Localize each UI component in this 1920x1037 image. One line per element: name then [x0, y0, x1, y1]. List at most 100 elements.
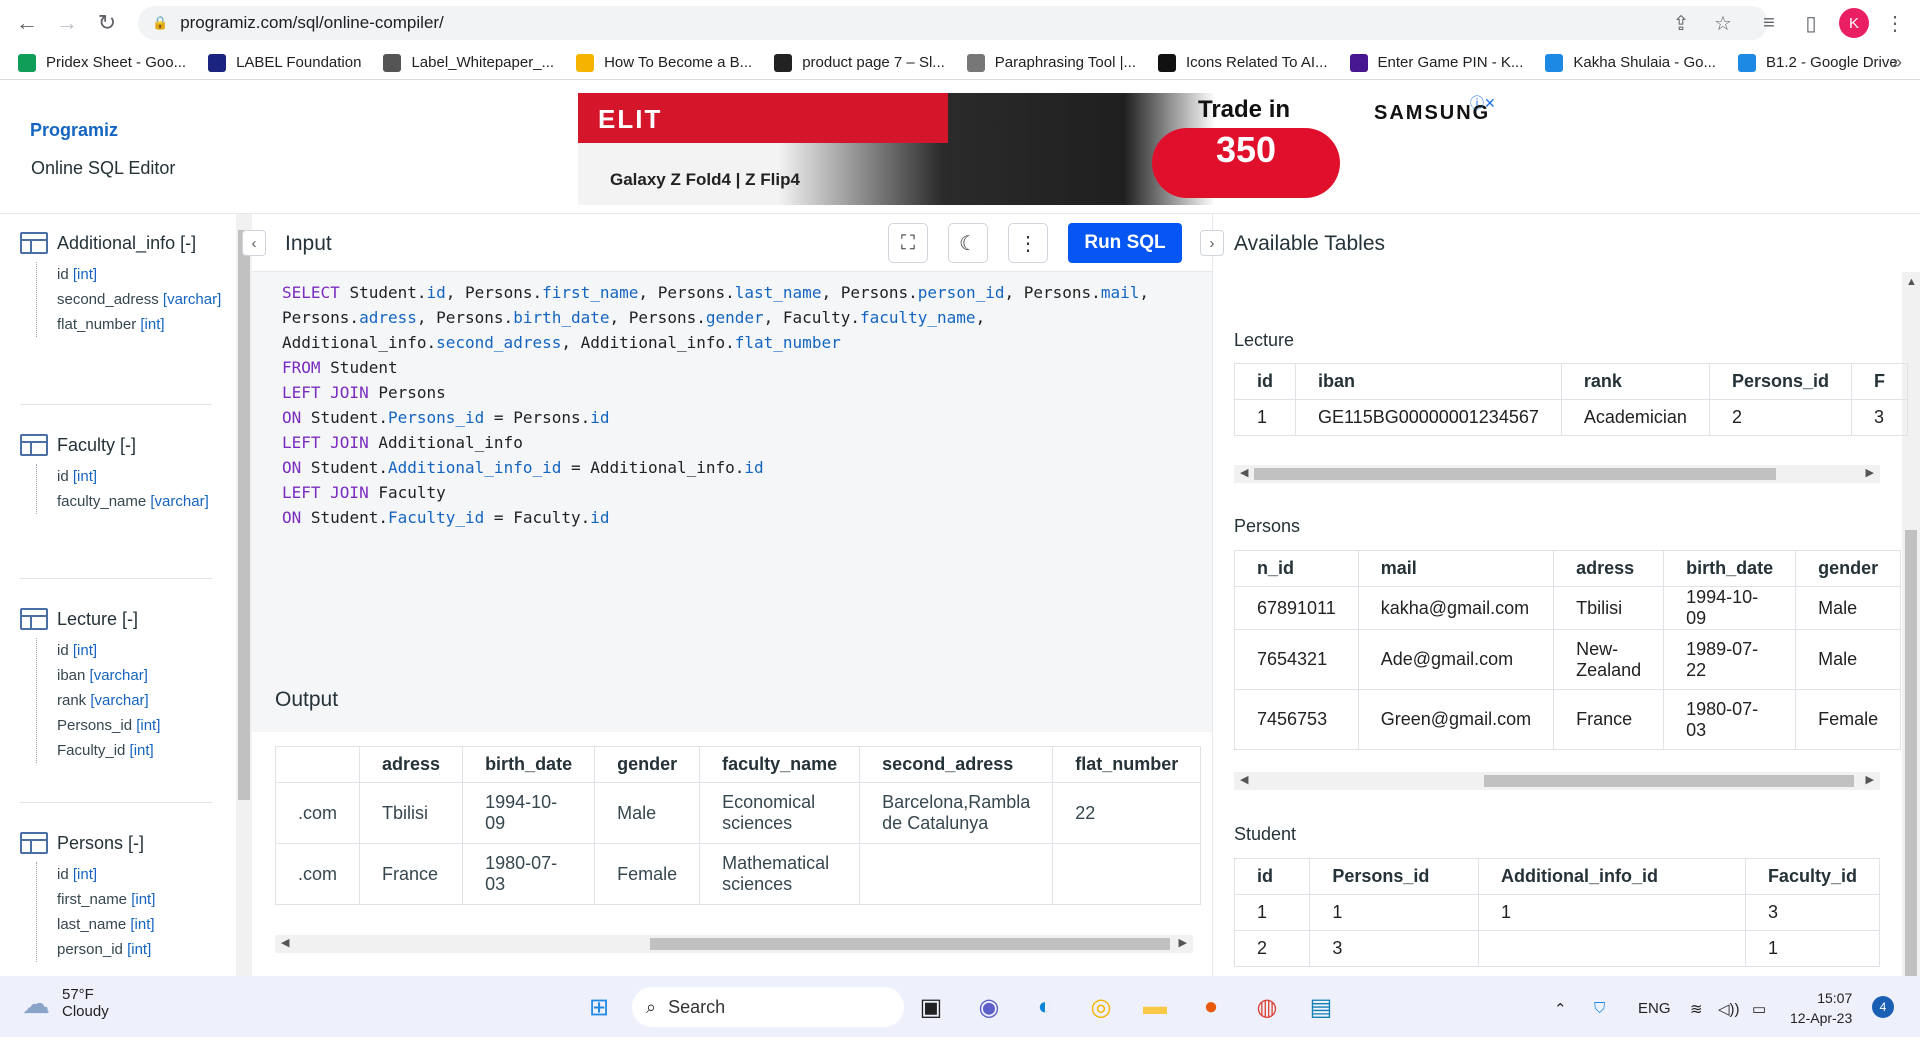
lecture-hscrollbar[interactable]: ◀ ▶	[1234, 465, 1880, 483]
persons-scroll-thumb[interactable]	[1484, 775, 1854, 787]
edge-icon[interactable]: ◐	[1028, 990, 1062, 1024]
column-header[interactable]: adress	[359, 746, 464, 783]
taskbar-search[interactable]: ⌕ Search	[632, 987, 904, 1027]
code-line[interactable]: FROM Student	[282, 355, 1212, 380]
column-header[interactable]: flat_number	[1052, 746, 1202, 783]
code-line[interactable]: Persons.adress, Persons.birth_date, Pers…	[282, 305, 1212, 330]
column-header[interactable]: id	[1234, 363, 1296, 400]
forward-arrow-icon[interactable]: →	[52, 8, 82, 38]
column-header[interactable]: id	[1233, 858, 1311, 895]
run-sql-button[interactable]: Run SQL	[1068, 223, 1182, 263]
schema-table-header[interactable]: Lecture [-]	[20, 608, 160, 630]
more-bookmarks-icon[interactable]: »	[1892, 52, 1902, 73]
expand-panel-button[interactable]: ›	[1200, 230, 1224, 256]
table-header-row: n_id mail adress birth_date gender	[1234, 550, 1902, 587]
windows-start-icon[interactable]: ⊞	[582, 990, 616, 1024]
bookmark-item[interactable]: Kakha Shulaia - Go...	[1545, 53, 1716, 72]
code-line[interactable]: Additional_info.second_adress, Additiona…	[282, 330, 1212, 355]
column-header[interactable]: Additional_info_id	[1478, 858, 1746, 895]
wifi-icon[interactable]: ≋	[1690, 1000, 1703, 1018]
reload-icon[interactable]: ↻	[92, 8, 122, 38]
code-line[interactable]: ON Student.Additional_info_id = Addition…	[282, 455, 1212, 480]
code-line[interactable]: ON Student.Faculty_id = Faculty.id	[282, 505, 1212, 530]
column-header[interactable]: mail	[1357, 550, 1555, 587]
bookmark-item[interactable]: B1.2 - Google Drive	[1737, 53, 1898, 72]
media-icon[interactable]: ≡	[1756, 10, 1782, 36]
schema-table-header[interactable]: Additional_info [-]	[20, 232, 221, 254]
ad-close-icon[interactable]: ⓘ✕	[1470, 93, 1496, 113]
language-indicator[interactable]: ENG	[1638, 1000, 1671, 1017]
sidebar-scroll-thumb[interactable]	[238, 230, 250, 800]
column-header[interactable]: gender	[1795, 550, 1902, 587]
address-bar[interactable]: 🔒 programiz.com/sql/online-compiler/	[138, 6, 1768, 40]
bookmark-label: Kakha Shulaia - Go...	[1573, 54, 1716, 71]
schema-table[interactable]: Lecture [-] id [int] iban [varchar] rank [v…	[20, 608, 160, 763]
code-line[interactable]: SELECT Student.id, Persons.first_name, P…	[282, 280, 1212, 305]
right-panel-scroll-thumb[interactable]	[1905, 530, 1917, 976]
bookmark-item[interactable]: Paraphrasing Tool |...	[966, 53, 1136, 72]
kebab-menu-icon[interactable]: ⋮	[1882, 10, 1908, 36]
weather-widget[interactable]: ☁ 57°F Cloudy	[22, 986, 109, 1020]
column-header[interactable]: gender	[594, 746, 701, 783]
schema-table[interactable]: Additional_info [-] id [int] second_adress…	[20, 232, 221, 337]
schema-column: iban [varchar]	[57, 663, 160, 688]
back-arrow-icon[interactable]: ←	[12, 8, 42, 38]
code-line[interactable]: ON Student.Persons_id = Persons.id	[282, 405, 1212, 430]
task-view-icon[interactable]: ▣	[914, 990, 948, 1024]
column-header[interactable]: Persons_id	[1309, 858, 1480, 895]
lecture-scroll-thumb[interactable]	[1254, 468, 1776, 480]
bookmark-item[interactable]: How To Become a B...	[576, 53, 752, 72]
code-line[interactable]: LEFT JOIN Faculty	[282, 480, 1212, 505]
code-line[interactable]: LEFT JOIN Additional_info	[282, 430, 1212, 455]
schema-table[interactable]: Faculty [-] id [int] faculty_name [varchar…	[20, 434, 209, 514]
bookmark-label: Pridex Sheet - Goo...	[46, 54, 187, 71]
column-header[interactable]: iban	[1295, 363, 1562, 400]
bookmark-item[interactable]: product page 7 – Sl...	[774, 53, 945, 72]
file-explorer-icon[interactable]: ▬	[1138, 990, 1172, 1024]
notepad-icon[interactable]: ▤	[1304, 990, 1338, 1024]
column-header[interactable]: birth_date	[462, 746, 596, 783]
output-scroll-thumb[interactable]	[650, 938, 1170, 950]
volume-icon[interactable]: ◁))	[1718, 1000, 1740, 1018]
column-header[interactable]: second_adress	[859, 746, 1054, 783]
system-clock[interactable]: 15:07 12-Apr-23	[1790, 988, 1852, 1028]
schema-table[interactable]: Persons [-] id [int] first_name [int] last_…	[20, 832, 155, 962]
battery-icon[interactable]: ▭	[1752, 1000, 1766, 1018]
column-header[interactable]: Persons_id	[1708, 363, 1852, 400]
security-icon[interactable]: ⛉	[1594, 1000, 1605, 1017]
notification-badge[interactable]: 4	[1872, 996, 1894, 1018]
column-header[interactable]: rank	[1560, 363, 1710, 400]
column-header[interactable]	[274, 746, 361, 783]
column-header[interactable]: adress	[1553, 550, 1665, 587]
firefox-icon[interactable]: ●	[1194, 990, 1228, 1024]
collapse-sidebar-button[interactable]: ‹	[242, 230, 266, 256]
show-hidden-icons[interactable]: ⌃	[1554, 1000, 1567, 1018]
bookmark-item[interactable]: Pridex Sheet - Goo...	[18, 53, 187, 72]
bookmark-item[interactable]: Icons Related To AI...	[1158, 53, 1328, 72]
side-panel-icon[interactable]: ▯	[1798, 10, 1824, 36]
sql-editor[interactable]: SELECT Student.id, Persons.first_name, P…	[252, 272, 1212, 672]
star-icon[interactable]: ☆	[1710, 10, 1736, 36]
share-icon[interactable]: ⇪	[1668, 10, 1694, 36]
dark-mode-icon[interactable]: ☾	[948, 223, 988, 263]
column-header[interactable]: n_id	[1234, 550, 1359, 587]
more-options-icon[interactable]: ⋮	[1008, 223, 1048, 263]
fullscreen-icon[interactable]: ⛶	[888, 223, 928, 263]
column-header[interactable]: faculty_name	[699, 746, 861, 783]
column-header[interactable]: birth_date	[1663, 550, 1797, 587]
bookmark-item[interactable]: Enter Game PIN - K...	[1349, 53, 1523, 72]
chrome-icon[interactable]: ◍	[1250, 990, 1284, 1024]
persons-hscrollbar[interactable]: ◀ ▶	[1234, 772, 1880, 790]
code-line[interactable]: LEFT JOIN Persons	[282, 380, 1212, 405]
programiz-logo[interactable]: Programiz	[30, 120, 118, 141]
output-hscrollbar[interactable]: ◀ ▶	[275, 935, 1193, 953]
column-header[interactable]: F	[1850, 363, 1908, 400]
bookmark-item[interactable]: Label_Whitepaper_...	[383, 53, 554, 72]
schema-table-header[interactable]: Persons [-]	[20, 832, 155, 854]
teams-chat-icon[interactable]: ◉	[972, 990, 1006, 1024]
schema-table-header[interactable]: Faculty [-]	[20, 434, 209, 456]
column-header[interactable]: Faculty_id	[1744, 858, 1881, 895]
bookmark-item[interactable]: LABEL Foundation	[208, 53, 361, 72]
profile-avatar[interactable]: K	[1839, 8, 1869, 38]
norton-icon[interactable]: ◎	[1084, 990, 1118, 1024]
